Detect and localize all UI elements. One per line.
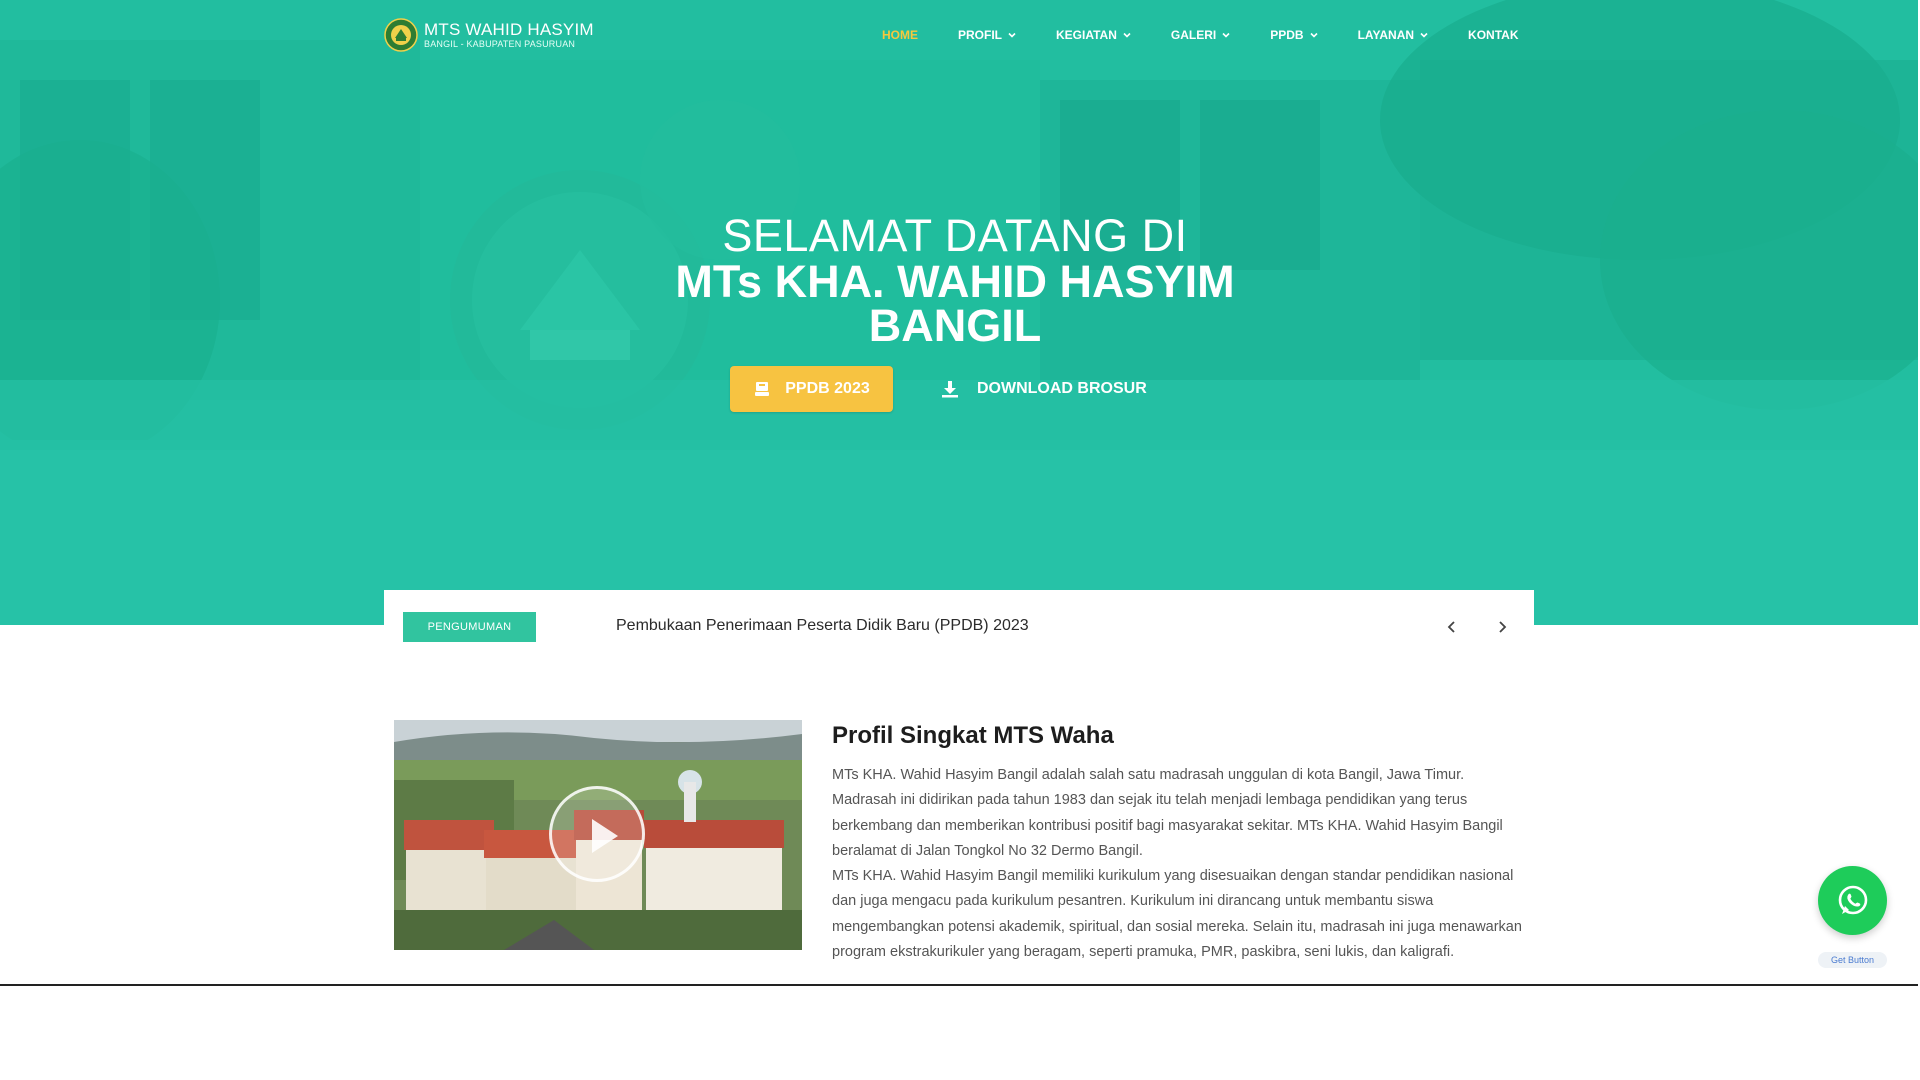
nav-item-ppdb[interactable]: PPDB	[1270, 28, 1318, 42]
hero-school-name: MTs KHA. WAHID HASYIM	[675, 256, 1235, 307]
chevron-down-icon	[1420, 32, 1428, 38]
chevron-down-icon	[1123, 32, 1131, 38]
site-logo[interactable]: MTS WAHID HASYIM BANGIL - KABUPATEN PASU…	[384, 18, 594, 52]
download-brosur-label: DOWNLOAD BROSUR	[977, 380, 1147, 397]
announcement-badge: PENGUMUMAN	[403, 612, 536, 642]
chevron-down-icon	[1008, 32, 1016, 38]
nav-item-layanan[interactable]: LAYANAN	[1358, 28, 1428, 42]
chevron-down-icon	[1222, 32, 1230, 38]
profile-paragraph-1: MTs KHA. Wahid Hasyim Bangil adalah sala…	[832, 767, 1503, 859]
nav-item-profil[interactable]: PROFIL	[958, 28, 1016, 42]
logo-title: MTS WAHID HASYIM	[424, 20, 594, 39]
nav-item-galeri[interactable]: GALERI	[1171, 28, 1230, 42]
hero-section: MTS WAHID HASYIM BANGIL - KABUPATEN PASU…	[0, 0, 1918, 625]
whatsapp-icon	[1838, 885, 1867, 914]
chevron-left-icon[interactable]	[1441, 616, 1463, 638]
school-emblem-icon	[384, 18, 418, 52]
nav-item-label: KEGIATAN	[1056, 28, 1117, 42]
get-button-label[interactable]: Get Button	[1818, 952, 1887, 968]
whatsapp-button[interactable]	[1818, 866, 1887, 935]
logo-subtitle: BANGIL - KABUPATEN PASURUAN	[424, 39, 576, 49]
profile-description: MTs KHA. Wahid Hasyim Bangil adalah sala…	[832, 763, 1527, 965]
ppdb-button-label: PPDB 2023	[785, 380, 870, 397]
nav-item-label: LAYANAN	[1357, 28, 1415, 42]
chevron-right-icon[interactable]	[1491, 616, 1513, 638]
nav-item-kontak[interactable]: KONTAK	[1468, 28, 1518, 42]
download-brosur-button[interactable]: DOWNLOAD BROSUR	[941, 366, 1147, 412]
nav-item-label: PROFIL	[958, 28, 1002, 42]
nav-item-label: KONTAK	[1468, 28, 1519, 42]
announcement-text[interactable]: Pembukaan Penerimaan Peserta Didik Baru …	[616, 617, 1029, 635]
nav-item-label: GALERI	[1170, 28, 1217, 42]
hero-heading: SELAMAT DATANG DI MTs KHA. WAHID HASYIM …	[560, 210, 1350, 351]
ppdb-button[interactable]: PPDB 2023	[730, 366, 893, 412]
profile-paragraph-2: MTs KHA. Wahid Hasyim Bangil memiliki ku…	[832, 868, 1522, 961]
nav-item-kegiatan[interactable]: KEGIATAN	[1056, 28, 1131, 42]
hero-school-city: BANGIL	[868, 300, 1042, 351]
announcement-bar: PENGUMUMAN Pembukaan Penerimaan Peserta …	[384, 590, 1534, 662]
hero-buttons: PPDB 2023 DOWNLOAD BROSUR	[730, 366, 1147, 412]
student-icon	[755, 382, 770, 396]
chevron-down-icon	[1310, 32, 1318, 38]
download-icon	[942, 381, 958, 398]
nav-item-home[interactable]: HOME	[882, 28, 918, 42]
play-button[interactable]	[549, 786, 645, 882]
page: MTS WAHID HASYIM BANGIL - KABUPATEN PASU…	[0, 0, 1918, 986]
nav-item-label: HOME	[882, 28, 918, 42]
hero-welcome-text: SELAMAT DATANG DI	[722, 210, 1188, 261]
header-bar: MTS WAHID HASYIM BANGIL - KABUPATEN PASU…	[0, 0, 1918, 72]
nav-item-label: PPDB	[1270, 28, 1304, 42]
profile-video-thumbnail[interactable]	[394, 720, 802, 950]
play-icon	[592, 819, 618, 853]
profile-title: Profil Singkat MTS Waha	[832, 722, 1114, 749]
main-nav: HOME PROFIL KEGIATAN GALERI PPDB LAYANAN…	[882, 28, 1518, 42]
